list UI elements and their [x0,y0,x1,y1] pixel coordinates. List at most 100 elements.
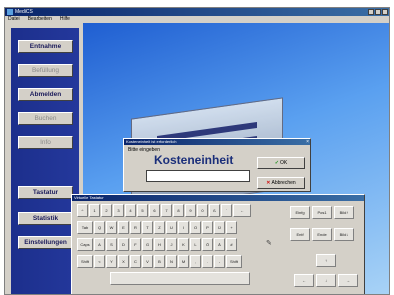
sidebar-item-buchen[interactable]: Buchen [18,112,73,125]
sidebar-item-einstellungen[interactable]: Einstellungen [18,236,73,249]
key-1-11[interactable]: Ü [214,221,225,234]
menu-datei[interactable]: Datei [8,16,20,23]
key-0-9[interactable]: 9 [185,204,196,217]
window-controls [368,9,388,15]
key-1-3[interactable]: E [118,221,129,234]
key-0-2[interactable]: 2 [101,204,112,217]
sidebar-item-entnahme[interactable]: Entnahme [18,40,73,53]
nav-key-0-0[interactable]: Einfg [290,206,310,219]
arrow-right-key[interactable]: → [338,274,358,287]
menu-hilfe[interactable]: Hilfe [60,16,70,23]
key-2-6[interactable]: H [154,238,165,251]
key-2-3[interactable]: D [118,238,129,251]
dialog-title: Kosteneinheit ist erforderlich [126,139,177,144]
key-1-9[interactable]: O [190,221,201,234]
cost-unit-input[interactable] [146,170,250,182]
key-1-7[interactable]: U [166,221,177,234]
key-2-1[interactable]: A [94,238,105,251]
key-3-4[interactable]: C [130,255,141,268]
key-0-4[interactable]: 4 [125,204,136,217]
key-3-9[interactable]: , [190,255,201,268]
key-2-8[interactable]: K [178,238,189,251]
sidebar-item-abmelden[interactable]: Abmelden [18,88,73,101]
dialog-heading: Kosteneinheit [154,153,234,167]
key-1-0[interactable]: Tab [77,221,93,234]
close-button[interactable] [382,9,388,15]
dialog-titlebar: Kosteneinheit ist erforderlich × [124,139,310,145]
key-0-0[interactable]: ^ [77,204,88,217]
key-1-10[interactable]: P [202,221,213,234]
check-icon: ✓ [274,160,279,166]
key-2-4[interactable]: F [130,238,141,251]
key-3-0[interactable]: Shift [77,255,93,268]
key-1-1[interactable]: Q [94,221,105,234]
sidebar: Entnahme Befüllung Abmelden Buchen Info … [11,28,79,294]
key-0-13[interactable]: ← [233,204,251,217]
key-0-7[interactable]: 7 [161,204,172,217]
key-1-5[interactable]: T [142,221,153,234]
key-1-4[interactable]: R [130,221,141,234]
key-3-8[interactable]: M [178,255,189,268]
window-titlebar: MediCS [5,8,389,16]
key-2-10[interactable]: Ö [202,238,213,251]
key-0-3[interactable]: 3 [113,204,124,217]
menubar: Datei Bearbeiten Hilfe [5,16,389,23]
menu-bearbeiten[interactable]: Bearbeiten [28,16,52,23]
key-1-2[interactable]: W [106,221,117,234]
keyboard-titlebar: Virtuelle Tastatur [72,195,364,201]
dialog-close-icon[interactable]: × [306,139,309,145]
app-window: MediCS Datei Bearbeiten Hilfe Entnahme B… [4,7,390,295]
key-0-12[interactable]: ´ [221,204,232,217]
key-3-7[interactable]: N [166,255,177,268]
key-2-9[interactable]: L [190,238,201,251]
key-1-12[interactable]: + [226,221,237,234]
maximize-button[interactable] [375,9,381,15]
key-0-5[interactable]: 5 [137,204,148,217]
nav-key-0-2[interactable]: Bild↑ [334,206,354,219]
key-3-11[interactable]: - [214,255,225,268]
arrow-down-key[interactable]: ↓ [316,274,336,287]
ok-label: OK [279,160,288,166]
key-1-6[interactable]: Z [154,221,165,234]
key-0-6[interactable]: 6 [149,204,160,217]
minimize-button[interactable] [368,9,374,15]
key-0-1[interactable]: 1 [89,204,100,217]
cancel-label: Abbrechen [271,180,296,186]
nav-key-0-1[interactable]: Pos1 [312,206,332,219]
key-3-3[interactable]: X [118,255,129,268]
key-2-5[interactable]: G [142,238,153,251]
sidebar-item-befuellung[interactable]: Befüllung [18,64,73,77]
nav-key-1-1[interactable]: Ende [312,228,332,241]
nav-key-1-0[interactable]: Entf [290,228,310,241]
key-2-0[interactable]: Caps [77,238,93,251]
cost-unit-dialog: Kosteneinheit ist erforderlich × Bitte e… [123,138,311,192]
pen-icon: ✎ [266,240,272,247]
key-3-10[interactable]: . [202,255,213,268]
key-1-8[interactable]: I [178,221,189,234]
sidebar-item-statistik[interactable]: Statistik [18,212,73,225]
app-icon [7,9,13,15]
ok-button[interactable]: ✓OK [257,157,305,169]
key-2-11[interactable]: Ä [214,238,225,251]
arrow-up-key[interactable]: ↑ [316,254,336,267]
key-3-2[interactable]: Y [106,255,117,268]
arrow-left-key[interactable]: ← [294,274,314,287]
key-2-12[interactable]: # [226,238,237,251]
cross-icon: ✕ [266,180,271,186]
key-0-8[interactable]: 8 [173,204,184,217]
virtual-keyboard: Virtuelle Tastatur ^ 1 2 3 4 5 6 7 8 9 0 ß ´ ← Tab Q W E R… [71,194,365,294]
key-3-5[interactable]: V [142,255,153,268]
key-2-7[interactable]: J [166,238,177,251]
cancel-button[interactable]: ✕Abbrechen [257,177,305,189]
key-3-1[interactable]: < [94,255,105,268]
key-2-2[interactable]: S [106,238,117,251]
key-0-11[interactable]: ß [209,204,220,217]
key-0-10[interactable]: 0 [197,204,208,217]
sidebar-item-info[interactable]: Info [18,136,73,149]
key-3-6[interactable]: B [154,255,165,268]
nav-key-1-2[interactable]: Bild↓ [334,228,354,241]
key-3-12[interactable]: Shift [226,255,242,268]
space-key[interactable] [110,272,250,285]
window-title: MediCS [15,9,33,15]
sidebar-item-tastatur[interactable]: Tastatur [18,186,73,199]
